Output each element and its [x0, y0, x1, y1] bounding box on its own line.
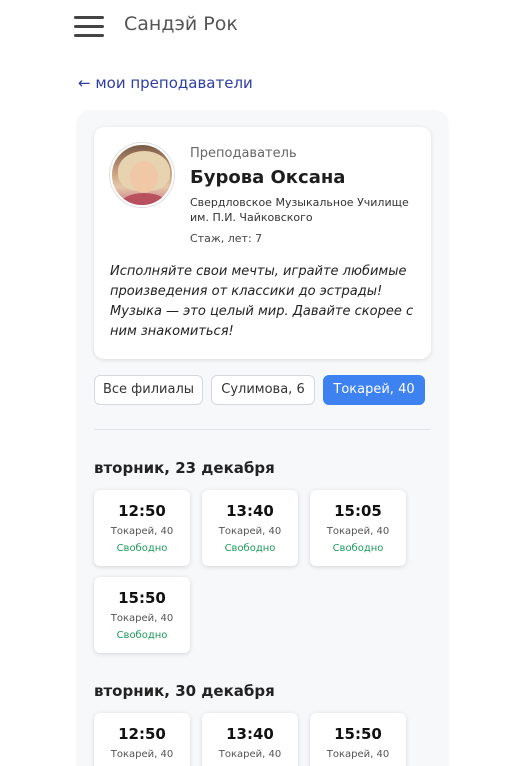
- day-heading: вторник, 30 декабря: [94, 682, 275, 700]
- filter-sulimova[interactable]: Сулимова, 6: [211, 375, 315, 405]
- teacher-experience: Стаж, лет: 7: [190, 232, 263, 245]
- time-slot[interactable]: 13:40 Токарей, 40 Свободно: [202, 490, 298, 566]
- slot-status: Свободно: [116, 630, 168, 641]
- avatar-face: [130, 161, 158, 193]
- slot-place: Токарей, 40: [326, 526, 390, 537]
- hamburger-line: [74, 25, 104, 28]
- slot-time: 13:40: [226, 725, 274, 743]
- teacher-quote: Исполняйте свои мечты, играйте любимые п…: [110, 264, 414, 339]
- slot-time: 15:50: [118, 589, 166, 607]
- teacher-panel: Преподаватель Бурова Оксана Свердловское…: [78, 111, 447, 766]
- teacher-card: Преподаватель Бурова Оксана Свердловское…: [94, 127, 431, 359]
- time-slot[interactable]: 15:50 Токарей, 40: [310, 713, 406, 766]
- teacher-role: Преподаватель: [190, 146, 297, 161]
- top-bar: Сандэй Рок: [0, 0, 523, 56]
- teacher-school: Свердловское Музыкальное Училище им. П.И…: [190, 196, 409, 224]
- time-slot[interactable]: 15:05 Токарей, 40 Свободно: [310, 490, 406, 566]
- day-heading: вторник, 23 декабря: [94, 459, 275, 477]
- avatar-body: [120, 193, 168, 205]
- slot-place: Токарей, 40: [110, 526, 174, 537]
- teacher-name: Бурова Оксана: [190, 167, 346, 188]
- time-slot[interactable]: 12:50 Токарей, 40 Свободно: [94, 490, 190, 566]
- slot-time: 12:50: [118, 502, 166, 520]
- slot-place: Токарей, 40: [110, 749, 174, 760]
- filter-tokarey[interactable]: Токарей, 40: [323, 375, 425, 405]
- hamburger-line: [74, 34, 104, 37]
- slot-time: 13:40: [226, 502, 274, 520]
- slot-place: Токарей, 40: [326, 749, 390, 760]
- slot-time: 12:50: [118, 725, 166, 743]
- slot-status: Свободно: [116, 543, 168, 554]
- teacher-avatar: [110, 143, 174, 207]
- time-slot[interactable]: 13:40 Токарей, 40: [202, 713, 298, 766]
- slot-place: Токарей, 40: [218, 526, 282, 537]
- back-to-teachers-link[interactable]: ← мои преподаватели: [78, 74, 253, 92]
- slot-place: Токарей, 40: [218, 749, 282, 760]
- filter-all-branches[interactable]: Все филиалы: [94, 375, 203, 405]
- slot-status: Свободно: [224, 543, 276, 554]
- time-slot[interactable]: 12:50 Токарей, 40: [94, 713, 190, 766]
- slot-status: Свободно: [332, 543, 384, 554]
- slot-time: 15:05: [334, 502, 382, 520]
- hamburger-line: [74, 16, 104, 19]
- hamburger-menu-icon[interactable]: [74, 14, 104, 38]
- divider: [94, 429, 431, 430]
- slot-time: 15:50: [334, 725, 382, 743]
- app-title: Сандэй Рок: [124, 13, 238, 35]
- time-slot[interactable]: 15:50 Токарей, 40 Свободно: [94, 577, 190, 653]
- slot-place: Токарей, 40: [110, 613, 174, 624]
